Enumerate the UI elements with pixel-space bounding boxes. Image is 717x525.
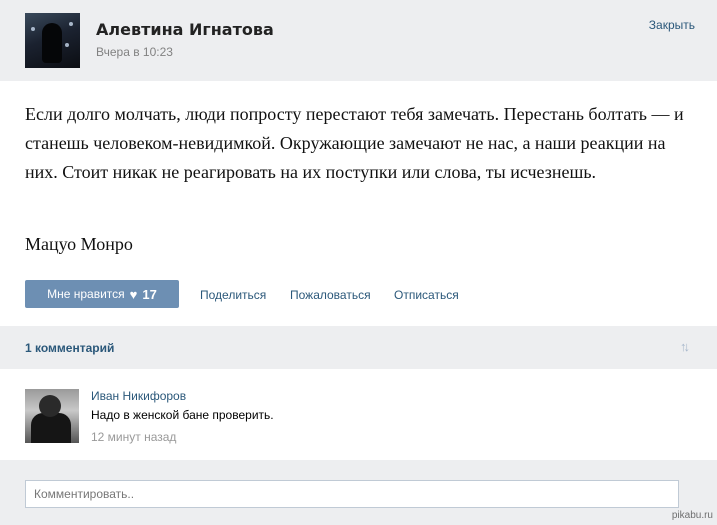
comment-form: pikabu.ru bbox=[0, 460, 717, 525]
post-header: Алевтина Игнатова Вчера в 10:23 Закрыть bbox=[0, 0, 717, 81]
report-link[interactable]: Пожаловаться bbox=[290, 288, 371, 302]
comment-timestamp[interactable]: 12 минут назад bbox=[91, 430, 176, 444]
comment-author[interactable]: Иван Никифоров bbox=[91, 389, 186, 403]
post-timestamp[interactable]: Вчера в 10:23 bbox=[96, 45, 173, 59]
author-avatar[interactable] bbox=[25, 13, 80, 68]
unsubscribe-link[interactable]: Отписаться bbox=[394, 288, 459, 302]
like-label: Мне нравится bbox=[47, 287, 125, 301]
comment-input[interactable] bbox=[25, 480, 679, 508]
like-count: 17 bbox=[142, 286, 157, 302]
close-button[interactable]: Закрыть bbox=[649, 18, 695, 32]
comments-header: 1 комментарий ↑↓ bbox=[0, 326, 717, 369]
heart-icon: ♥ bbox=[129, 286, 138, 302]
watermark: pikabu.ru bbox=[671, 510, 713, 521]
post-text: Если долго молчать, люди попросту перест… bbox=[25, 104, 684, 182]
like-button[interactable]: Мне нравится ♥ 17 bbox=[25, 280, 179, 308]
quote-author: Мацуо Монро bbox=[25, 234, 133, 254]
commenter-avatar[interactable] bbox=[25, 389, 79, 443]
share-link[interactable]: Поделиться bbox=[200, 288, 266, 302]
post-author-name[interactable]: Алевтина Игнатова bbox=[96, 20, 274, 39]
comment-text: Надо в женской бане проверить. bbox=[91, 408, 274, 422]
comments-count[interactable]: 1 комментарий bbox=[25, 341, 114, 355]
comment-item: Иван Никифоров Надо в женской бане прове… bbox=[0, 369, 717, 460]
sort-arrows-icon[interactable]: ↑↓ bbox=[680, 339, 690, 354]
